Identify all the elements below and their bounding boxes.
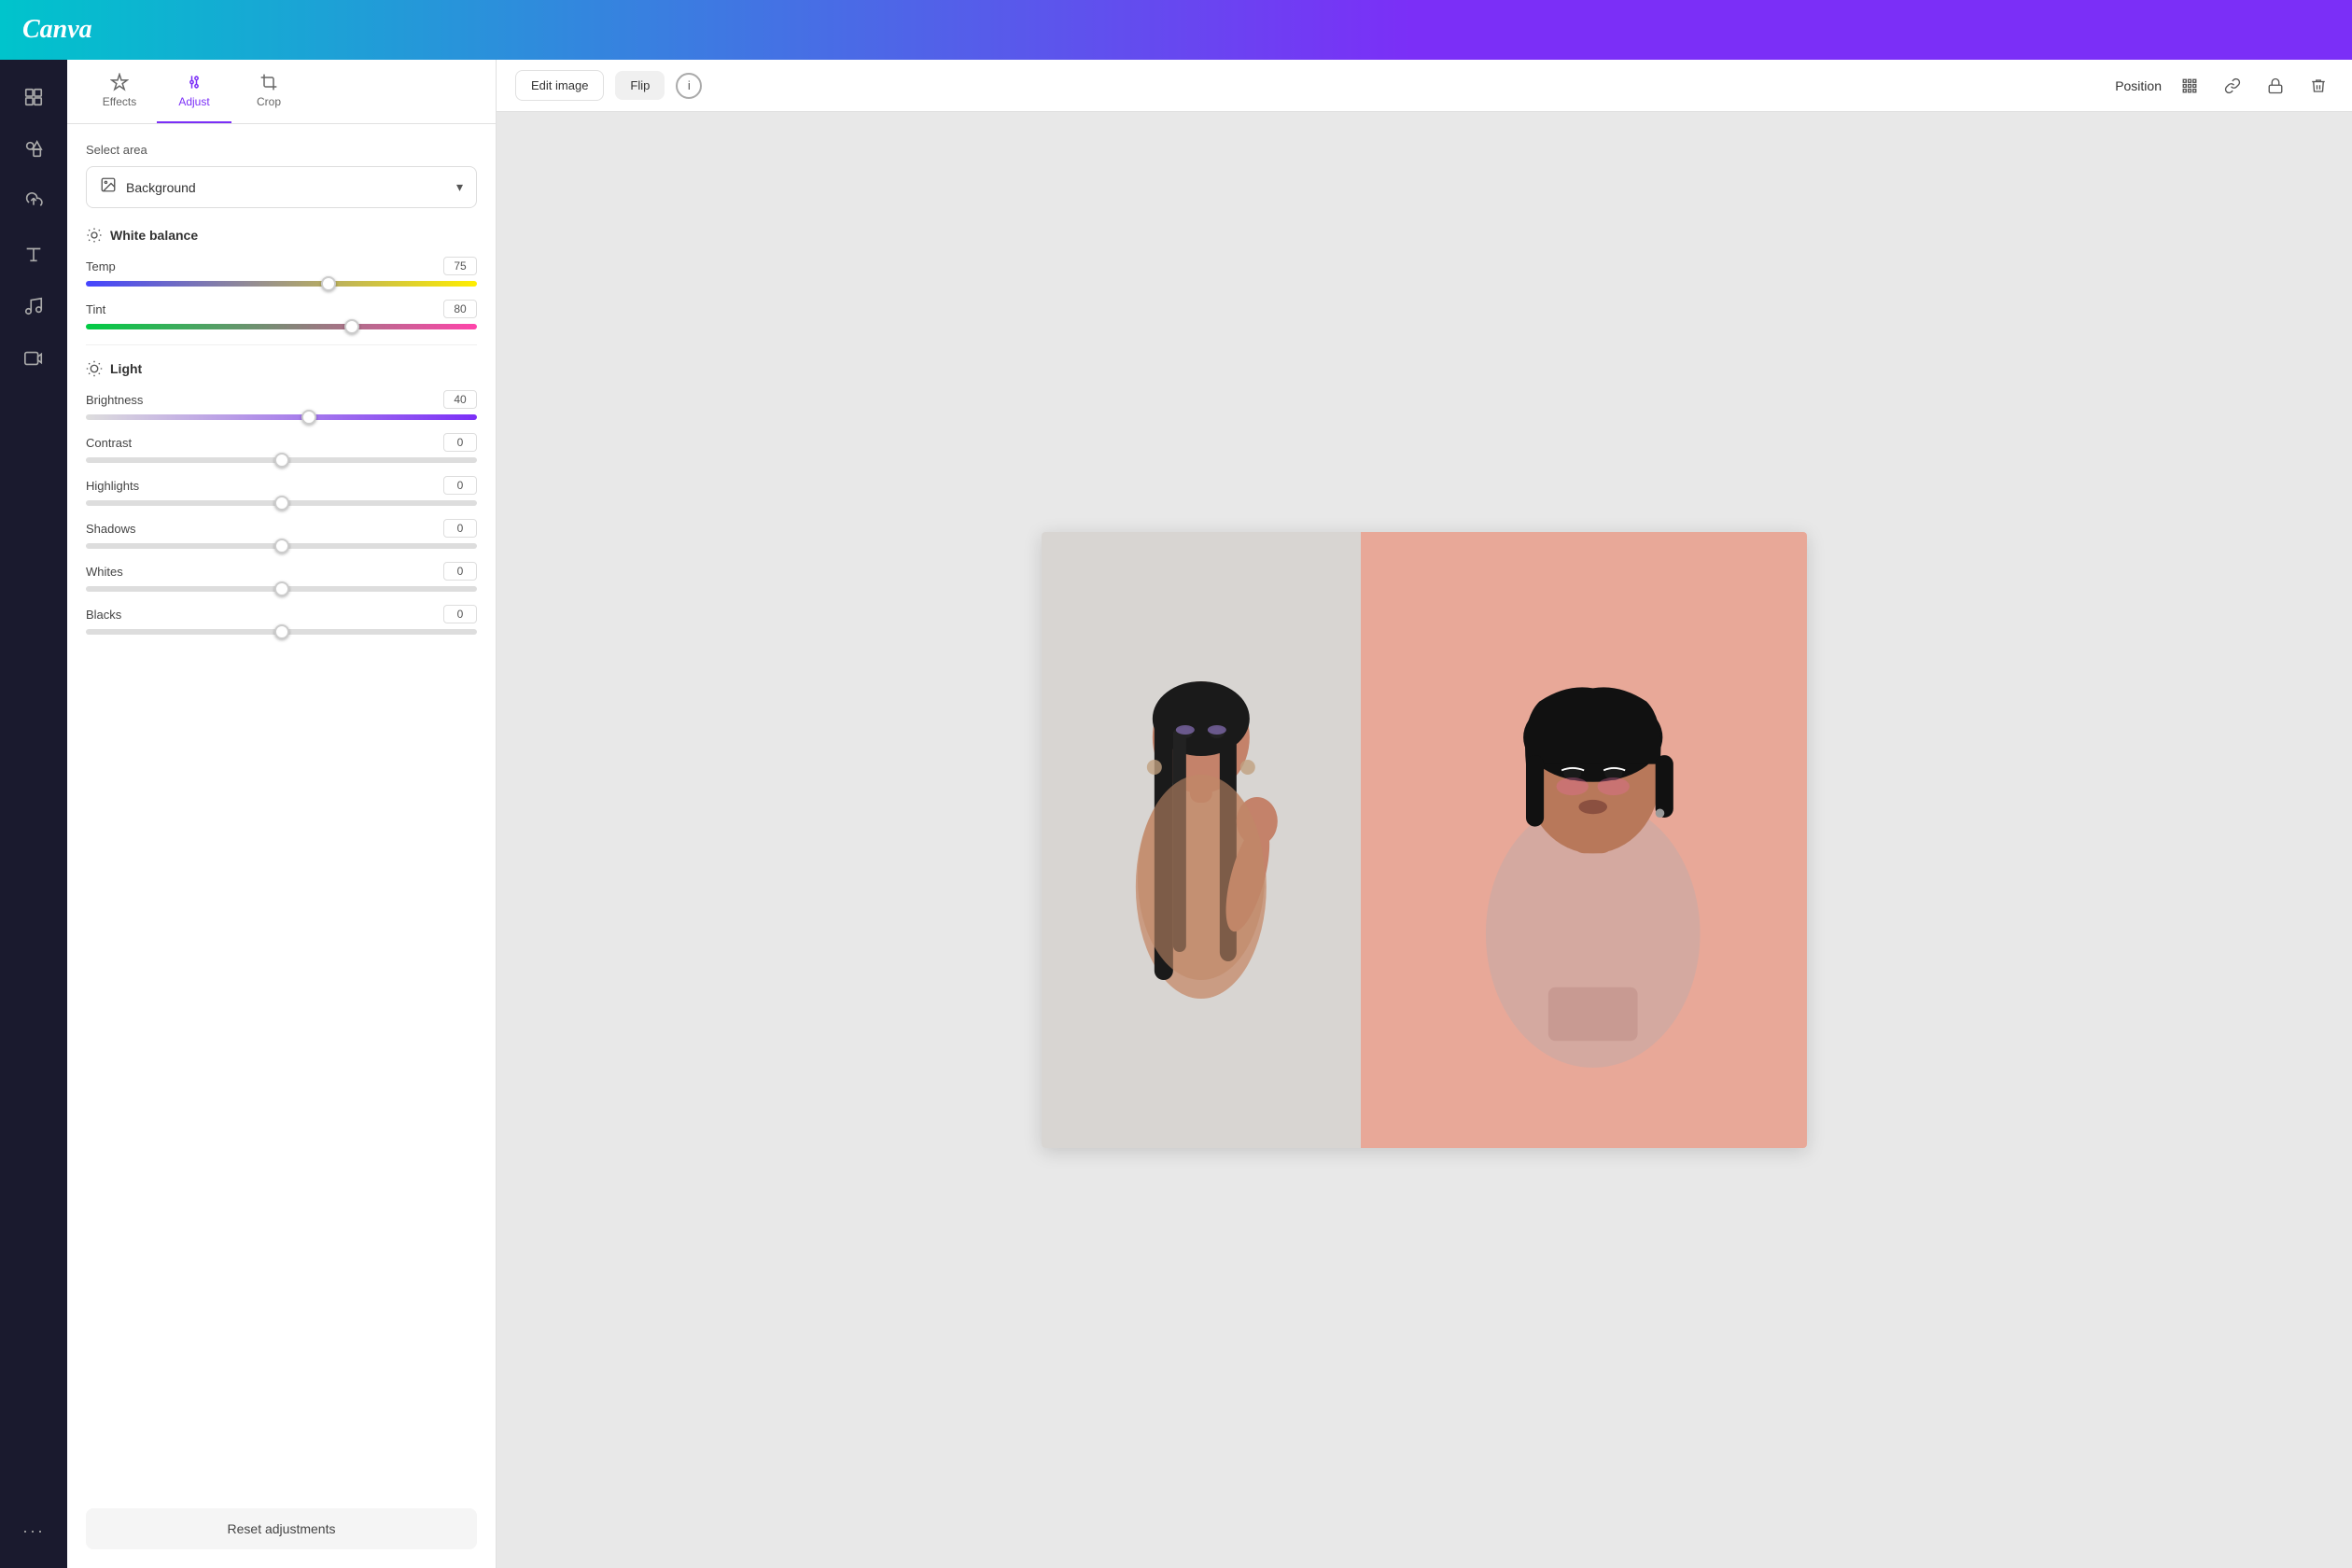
reset-adjustments-button[interactable]: Reset adjustments (86, 1508, 477, 1549)
whites-thumb[interactable] (274, 581, 289, 596)
tint-slider-row: Tint 80 (86, 300, 477, 329)
image-canvas (497, 112, 2352, 1568)
blacks-slider-row: Blacks 0 (86, 605, 477, 635)
app-container: Canva (0, 0, 2352, 1568)
lock-icon[interactable] (2261, 71, 2290, 101)
contrast-slider[interactable] (86, 457, 477, 463)
whites-label: Whites (86, 565, 123, 579)
top-bar: Canva (0, 0, 2352, 60)
tint-slider[interactable] (86, 324, 477, 329)
light-section: Light Brightness 40 (86, 360, 477, 635)
info-button[interactable]: i (676, 73, 702, 99)
flip-button[interactable]: Flip (615, 71, 665, 100)
brightness-value[interactable]: 40 (443, 390, 477, 409)
chevron-down-icon: ▾ (456, 179, 463, 195)
highlights-slider[interactable] (86, 500, 477, 506)
sidebar-icon-text[interactable] (11, 231, 56, 276)
image-icon (100, 176, 117, 198)
select-area-label: Select area (86, 143, 477, 157)
tab-effects-label: Effects (103, 95, 136, 108)
brightness-slider[interactable] (86, 414, 477, 420)
sidebar-icon-video[interactable] (11, 336, 56, 381)
main-area: ··· Effects (0, 60, 2352, 1568)
whites-slider[interactable] (86, 586, 477, 592)
adjust-panel: Effects Adjust Crop (67, 60, 497, 1568)
sidebar-icon-elements[interactable] (11, 127, 56, 172)
area-dropdown[interactable]: Background ▾ (86, 166, 477, 208)
contrast-thumb[interactable] (274, 453, 289, 468)
tab-crop-label: Crop (257, 95, 281, 108)
shadows-slider[interactable] (86, 543, 477, 549)
link-icon[interactable] (2218, 71, 2247, 101)
edit-image-button[interactable]: Edit image (515, 70, 604, 101)
image-left-panel (1042, 532, 1361, 1148)
sidebar-icon-upload[interactable] (11, 179, 56, 224)
highlights-thumb[interactable] (274, 496, 289, 511)
toolbar-right: Position (2115, 71, 2333, 101)
tab-adjust-label: Adjust (178, 95, 209, 108)
shadows-value[interactable]: 0 (443, 519, 477, 538)
area-dropdown-label: Background (126, 180, 447, 195)
blacks-thumb[interactable] (274, 624, 289, 639)
image-display (1042, 532, 1807, 1148)
tab-effects[interactable]: Effects (82, 60, 157, 123)
white-balance-section: White balance Temp 75 (86, 227, 477, 329)
canva-logo: Canva (22, 15, 92, 45)
temp-slider[interactable] (86, 281, 477, 287)
contrast-label: Contrast (86, 436, 132, 450)
contrast-value[interactable]: 0 (443, 433, 477, 452)
brightness-slider-row: Brightness 40 (86, 390, 477, 420)
trash-icon[interactable] (2303, 71, 2333, 101)
canvas-area: Edit image Flip i Position (497, 60, 2352, 1568)
temp-label: Temp (86, 259, 116, 273)
sidebar-icon-layout[interactable] (11, 75, 56, 119)
icon-sidebar: ··· (0, 60, 67, 1568)
shadows-thumb[interactable] (274, 539, 289, 553)
canvas-toolbar: Edit image Flip i Position (497, 60, 2352, 112)
sidebar-icon-more[interactable]: ··· (11, 1508, 56, 1553)
brightness-label: Brightness (86, 393, 143, 407)
highlights-label: Highlights (86, 479, 139, 493)
tab-crop[interactable]: Crop (231, 60, 306, 123)
tint-label: Tint (86, 302, 105, 316)
grid-icon[interactable] (2175, 71, 2205, 101)
shadows-slider-row: Shadows 0 (86, 519, 477, 549)
temp-slider-row: Temp 75 (86, 257, 477, 287)
brightness-thumb[interactable] (301, 410, 316, 425)
highlights-value[interactable]: 0 (443, 476, 477, 495)
tint-value[interactable]: 80 (443, 300, 477, 318)
temp-value[interactable]: 75 (443, 257, 477, 275)
highlights-slider-row: Highlights 0 (86, 476, 477, 506)
blacks-label: Blacks (86, 608, 121, 622)
tab-adjust[interactable]: Adjust (157, 60, 231, 123)
tint-thumb[interactable] (344, 319, 359, 334)
light-title: Light (86, 360, 477, 377)
temp-thumb[interactable] (321, 276, 336, 291)
blacks-slider[interactable] (86, 629, 477, 635)
blacks-value[interactable]: 0 (443, 605, 477, 623)
panel-tabs: Effects Adjust Crop (67, 60, 496, 124)
whites-slider-row: Whites 0 (86, 562, 477, 592)
panel-content: Select area Background ▾ (67, 124, 496, 1499)
white-balance-title: White balance (86, 227, 477, 244)
position-label: Position (2115, 78, 2162, 93)
whites-value[interactable]: 0 (443, 562, 477, 581)
image-right-panel (1361, 532, 1807, 1148)
contrast-slider-row: Contrast 0 (86, 433, 477, 463)
sidebar-icon-music[interactable] (11, 284, 56, 329)
shadows-label: Shadows (86, 522, 135, 536)
